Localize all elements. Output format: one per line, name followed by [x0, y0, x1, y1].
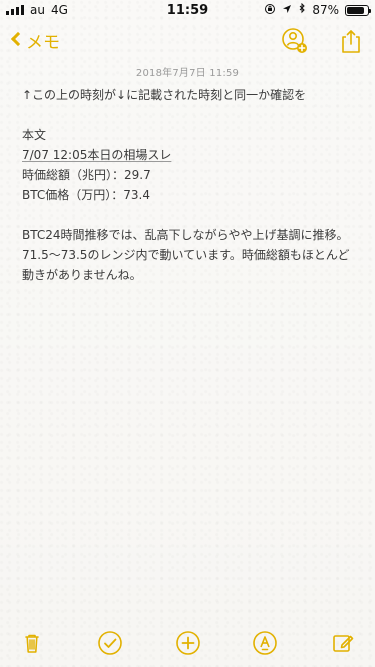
network-label: 4G	[50, 3, 68, 17]
markup-icon[interactable]	[251, 629, 279, 657]
navbar: メモ	[0, 20, 375, 64]
compose-icon[interactable]	[329, 629, 357, 657]
location-icon	[282, 3, 292, 17]
note-date: 2018年7月7日 11:59	[135, 68, 240, 79]
nav-actions	[281, 27, 365, 55]
battery-fill	[347, 6, 365, 14]
note-line: 本文	[22, 128, 47, 142]
note-content[interactable]: ↑この上の時刻が↓に記載された時刻と同一か確認を 本文 7/07 12:05本日…	[22, 85, 353, 285]
checklist-icon[interactable]	[96, 629, 124, 657]
back-button[interactable]: メモ	[10, 28, 60, 53]
back-label: メモ	[26, 33, 60, 53]
chevron-left-icon	[10, 31, 22, 51]
note-line-underlined: 7/07 12:05本日の相場スレ	[22, 148, 172, 162]
note-line: ↑この上の時刻が↓に記載された時刻と同一か確認を	[22, 88, 307, 102]
orientation-lock-icon	[264, 3, 276, 18]
note-line: BTC価格（万円）：73.4	[22, 188, 150, 202]
add-icon[interactable]	[174, 629, 202, 657]
signal-icon	[6, 5, 24, 15]
bottom-toolbar	[0, 619, 375, 667]
bluetooth-icon	[298, 2, 306, 18]
status-bar: au 4G 11:59 87%	[0, 0, 375, 20]
battery-percent: 87%	[312, 3, 339, 17]
add-people-icon[interactable]	[281, 27, 309, 55]
trash-icon[interactable]	[18, 629, 46, 657]
status-left: au 4G	[6, 3, 68, 17]
share-icon[interactable]	[337, 27, 365, 55]
note-line: 時価総額（兆円）：29.7	[22, 168, 151, 182]
status-time: 11:59	[166, 2, 209, 18]
note-paragraph: BTC24時間推移では、乱高下しながらやや上げ基調に推移。71.5〜73.5のレ…	[22, 228, 350, 282]
status-right: 87%	[264, 2, 371, 18]
carrier-label: au	[30, 3, 45, 17]
battery-icon	[345, 4, 371, 16]
